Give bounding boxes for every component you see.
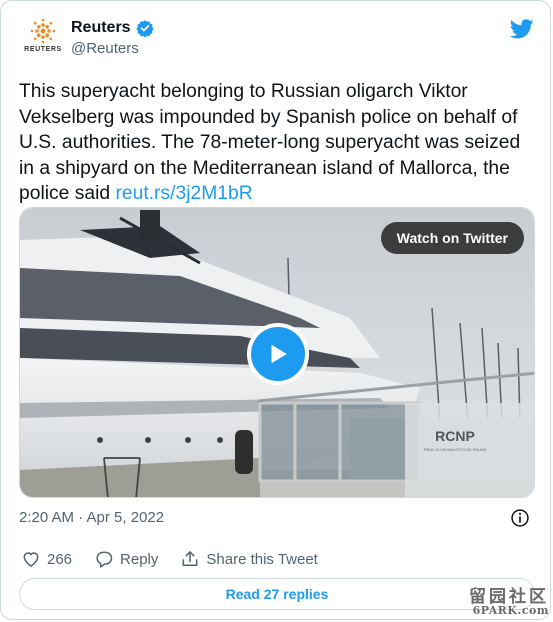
like-count: 266 bbox=[47, 550, 73, 568]
logo-wordmark: REUTERS bbox=[24, 46, 62, 53]
tweet-body: This superyacht belonging to Russian oli… bbox=[19, 79, 539, 207]
rcnp-sign: RCNP bbox=[435, 428, 475, 444]
info-icon[interactable] bbox=[510, 508, 530, 528]
watch-on-twitter-button[interactable]: Watch on Twitter bbox=[380, 222, 524, 254]
author-handle[interactable]: @Reuters bbox=[71, 40, 154, 57]
reply-label: Reply bbox=[120, 550, 159, 568]
author-info: Reuters @Reuters bbox=[71, 19, 154, 57]
tweet-text: This superyacht belonging to Russian oli… bbox=[19, 81, 521, 204]
watermark-chinese: 留园社区 bbox=[469, 587, 549, 607]
tweet-link[interactable]: reut.rs/3j2M1bR bbox=[115, 183, 252, 204]
rcnp-sign-subtext: REAL CLUB NAUTICO DE PALMA bbox=[424, 447, 487, 452]
share-action[interactable]: Share this Tweet bbox=[180, 549, 318, 569]
read-replies-button[interactable]: Read 27 replies bbox=[19, 578, 535, 610]
play-button[interactable] bbox=[247, 323, 309, 385]
like-action[interactable]: 266 bbox=[21, 549, 72, 569]
play-icon bbox=[271, 344, 287, 364]
verified-badge-icon bbox=[135, 20, 154, 37]
author-name[interactable]: Reuters bbox=[71, 19, 131, 37]
share-upload-icon bbox=[182, 551, 198, 566]
tweet-card: REUTERS Reuters @Reuters This superyacht… bbox=[0, 0, 551, 620]
site-watermark: 留园社区 6PARK.com bbox=[469, 587, 549, 618]
twitter-bird-icon[interactable] bbox=[510, 17, 534, 41]
watermark-site: 6PARK.com bbox=[472, 604, 549, 617]
tweet-timestamp[interactable]: 2:20 AM · Apr 5, 2022 bbox=[19, 509, 164, 526]
reuters-avatar[interactable]: REUTERS bbox=[21, 17, 65, 61]
video-player[interactable]: RCNP REAL CLUB NAUTICO DE PALMA Watch on… bbox=[19, 207, 535, 498]
share-label: Share this Tweet bbox=[206, 550, 318, 568]
tweet-actions: 266 Reply Share this Tweet bbox=[21, 549, 340, 569]
reply-bubble-icon bbox=[96, 551, 113, 568]
reuters-logo-icon bbox=[30, 18, 56, 44]
heart-icon bbox=[23, 552, 39, 567]
reply-action[interactable]: Reply bbox=[94, 549, 158, 569]
